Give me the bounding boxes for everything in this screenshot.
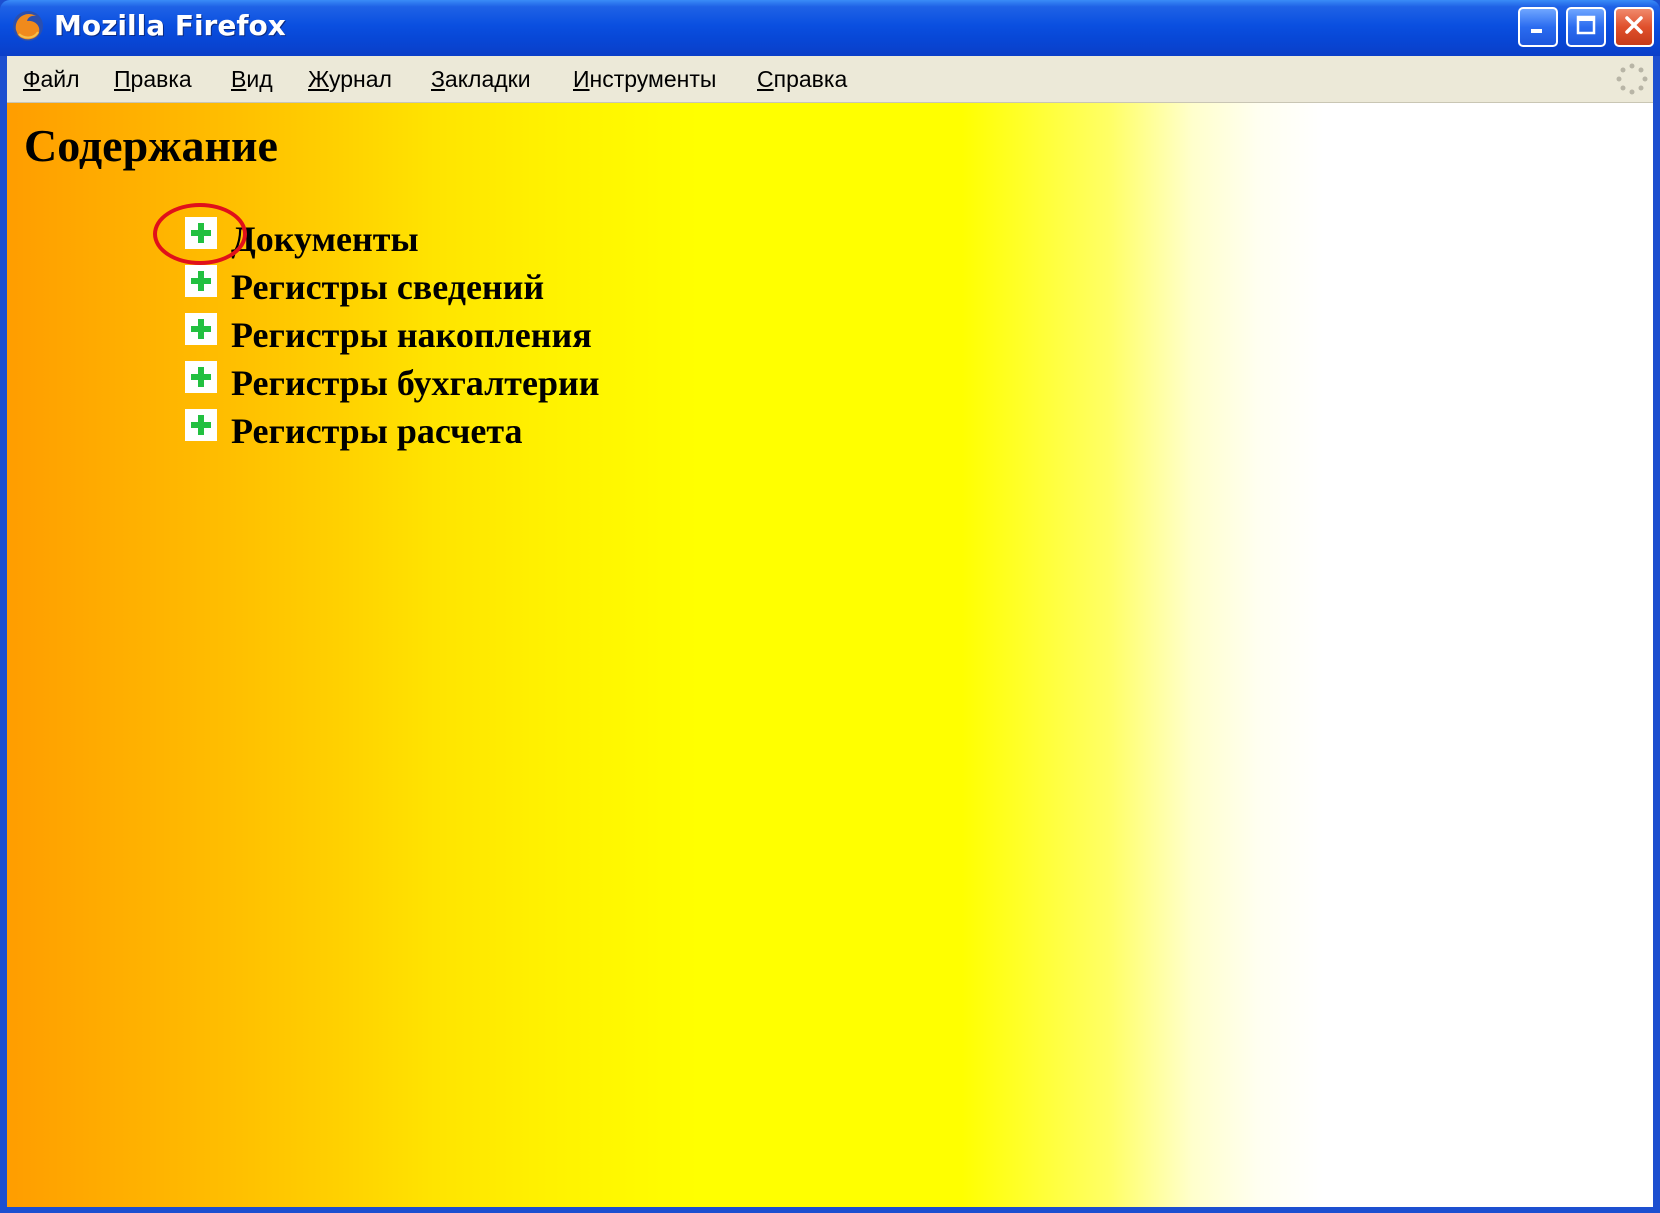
menu-bookmarks[interactable]: Закладки <box>431 66 531 93</box>
tree-item-label[interactable]: Регистры бухгалтерии <box>231 359 599 407</box>
plus-expand-icon[interactable] <box>185 217 217 249</box>
menu-help[interactable]: Справка <box>757 66 847 93</box>
contents-tree: Документы Регистры сведений Регистры нак… <box>185 215 599 455</box>
menu-edit[interactable]: Правка <box>114 66 192 93</box>
tree-item-label[interactable]: Регистры сведений <box>231 263 544 311</box>
browser-window: Mozilla Firefox Файл Правка Вид Журнал З… <box>0 0 1660 1213</box>
window-title: Mozilla Firefox <box>54 9 286 42</box>
loading-throbber-icon <box>1613 60 1651 98</box>
close-icon <box>1622 13 1646 41</box>
minimize-icon <box>1526 13 1550 41</box>
tree-item-accumulation-registers[interactable]: Регистры накопления <box>185 311 599 359</box>
maximize-icon <box>1574 13 1598 41</box>
tree-item-calculation-registers[interactable]: Регистры расчета <box>185 407 599 455</box>
tree-item-documents[interactable]: Документы <box>185 215 599 263</box>
menu-tools[interactable]: Инструменты <box>573 66 716 93</box>
maximize-button[interactable] <box>1566 7 1606 47</box>
tree-item-label[interactable]: Регистры расчета <box>231 407 523 455</box>
tree-item-info-registers[interactable]: Регистры сведений <box>185 263 599 311</box>
menu-bar: Файл Правка Вид Журнал Закладки Инструме… <box>7 56 1653 103</box>
tree-item-label[interactable]: Регистры накопления <box>231 311 592 359</box>
plus-expand-icon[interactable] <box>185 409 217 441</box>
close-button[interactable] <box>1614 7 1654 47</box>
tree-item-accounting-registers[interactable]: Регистры бухгалтерии <box>185 359 599 407</box>
menu-view[interactable]: Вид <box>231 66 273 93</box>
menu-file[interactable]: Файл <box>23 66 80 93</box>
plus-expand-icon[interactable] <box>185 361 217 393</box>
plus-expand-icon[interactable] <box>185 265 217 297</box>
page-title: Содержание <box>24 120 278 171</box>
firefox-icon <box>10 8 46 44</box>
minimize-button[interactable] <box>1518 7 1558 47</box>
title-bar[interactable]: Mozilla Firefox <box>0 0 1660 56</box>
menu-history[interactable]: Журнал <box>308 66 392 93</box>
page-content: Содержание Документы Регистры сведений Р… <box>7 103 1653 1207</box>
tree-item-label[interactable]: Документы <box>231 215 419 263</box>
plus-expand-icon[interactable] <box>185 313 217 345</box>
